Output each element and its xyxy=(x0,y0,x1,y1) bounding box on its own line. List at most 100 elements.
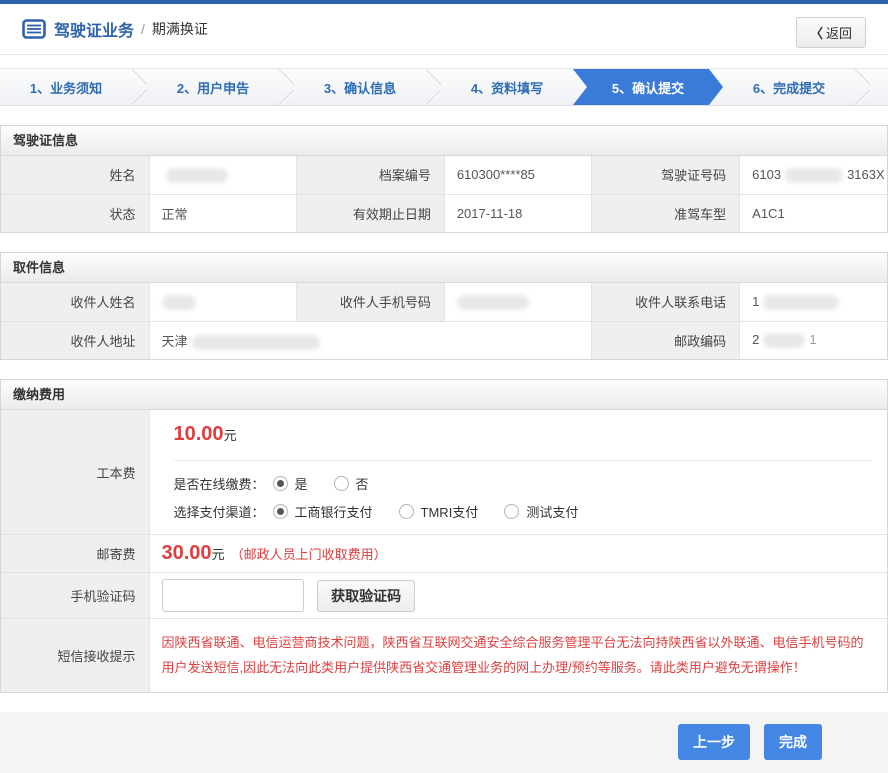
expiry-value: 2017-11-18 xyxy=(444,194,591,232)
license-section-title: 驾驶证信息 xyxy=(1,126,887,156)
postage-unit: 元 xyxy=(212,547,225,562)
license-no-label: 驾驶证号码 xyxy=(592,156,740,194)
step-6-finish[interactable]: 6、完成提交 xyxy=(723,69,855,105)
radio-online-no[interactable]: 否 xyxy=(334,474,369,493)
recipient-phone-label: 收件人联系电话 xyxy=(592,283,740,321)
table-row: 收件人地址 天津 邮政编码 21 xyxy=(1,321,887,359)
postage-amount: 30.00 xyxy=(162,542,212,564)
table-row: 姓名 档案编号 610300****85 驾驶证号码 61033163X xyxy=(1,156,887,194)
footer-action-bar: 上一步 完成 xyxy=(0,712,888,773)
license-info-section: 驾驶证信息 姓名 档案编号 610300****85 驾驶证号码 6103316… xyxy=(0,125,888,233)
radio-channel-icbc[interactable]: 工商银行支付 xyxy=(273,502,373,521)
license-info-table: 姓名 档案编号 610300****85 驾驶证号码 61033163X 状态 … xyxy=(1,156,887,232)
vehicle-class-value: A1C1 xyxy=(740,194,887,232)
radio-circle-icon xyxy=(273,504,288,519)
step-3-confirm-info[interactable]: 3、确认信息 xyxy=(294,69,426,105)
radio-channel-tmri-label: TMRI支付 xyxy=(421,502,479,521)
status-value: 正常 xyxy=(149,194,296,232)
pickup-section-title: 取件信息 xyxy=(1,253,887,283)
pay-channel-row: 选择支付渠道： 工商银行支付 TMRI支付 测试支付 xyxy=(174,502,873,521)
fees-section: 缴纳费用 工本费 10.00元 是否在线缴费： 是 否 选择支付渠道： 工商银行… xyxy=(0,379,888,693)
fees-section-title: 缴纳费用 xyxy=(1,380,887,410)
chevron-left-icon: 〈 xyxy=(810,26,823,41)
name-label: 姓名 xyxy=(1,156,149,194)
pay-channel-question: 选择支付渠道： xyxy=(174,502,265,521)
step-separator xyxy=(132,69,147,105)
sms-tip-text: 因陕西省联通、电信运营商技术问题，陕西省互联网交通安全综合服务管理平台无法向持陕… xyxy=(162,630,873,681)
radio-online-yes[interactable]: 是 xyxy=(273,474,308,493)
breadcrumb-divider: / xyxy=(141,21,145,37)
radio-circle-icon xyxy=(504,504,519,519)
radio-channel-test[interactable]: 测试支付 xyxy=(504,502,578,521)
name-value xyxy=(149,156,296,194)
step-bar-filler xyxy=(870,69,888,105)
vehicle-class-label: 准驾车型 xyxy=(592,194,740,232)
step-separator xyxy=(855,69,870,105)
status-label: 状态 xyxy=(1,194,149,232)
card-fee-unit: 元 xyxy=(224,428,237,443)
sms-code-cell: 获取验证码 xyxy=(149,573,887,619)
redacted-recipient-address xyxy=(192,335,320,350)
radio-online-no-label: 否 xyxy=(356,474,369,493)
online-pay-row: 是否在线缴费： 是 否 xyxy=(174,474,873,493)
sms-tip-cell: 因陕西省联通、电信运营商技术问题，陕西省互联网交通安全综合服务管理平台无法向持陕… xyxy=(149,619,887,692)
postcode-label: 邮政编码 xyxy=(592,321,740,359)
redacted-license-no xyxy=(785,168,843,183)
table-row: 工本费 10.00元 是否在线缴费： 是 否 选择支付渠道： 工商银行支付 TM… xyxy=(1,410,887,535)
table-row: 收件人姓名 收件人手机号码 收件人联系电话 1 xyxy=(1,283,887,321)
recipient-phone-value: 1 xyxy=(740,283,887,321)
redacted-postcode xyxy=(763,333,805,348)
sms-code-input[interactable] xyxy=(162,579,304,612)
recipient-address-value: 天津 xyxy=(149,321,592,359)
step-separator xyxy=(426,69,441,105)
license-no-value: 61033163X xyxy=(740,156,887,194)
previous-step-button[interactable]: 上一步 xyxy=(678,724,750,760)
radio-circle-icon xyxy=(273,476,288,491)
breadcrumb-current: 期满换证 xyxy=(152,19,208,39)
radio-circle-icon xyxy=(399,504,414,519)
sms-tip-label: 短信接收提示 xyxy=(1,619,149,692)
card-fee-cell: 10.00元 是否在线缴费： 是 否 选择支付渠道： 工商银行支付 TMRI支付… xyxy=(149,410,887,535)
postage-label: 邮寄费 xyxy=(1,535,149,573)
postage-cell: 30.00元（邮政人员上门收取费用） xyxy=(149,535,887,573)
radio-online-yes-label: 是 xyxy=(295,474,308,493)
table-row: 短信接收提示 因陕西省联通、电信运营商技术问题，陕西省互联网交通安全综合服务管理… xyxy=(1,619,887,692)
table-row: 状态 正常 有效期止日期 2017-11-18 准驾车型 A1C1 xyxy=(1,194,887,232)
radio-channel-tmri[interactable]: TMRI支付 xyxy=(399,502,479,521)
radio-circle-icon xyxy=(334,476,349,491)
file-no-label: 档案编号 xyxy=(296,156,444,194)
pickup-info-section: 取件信息 收件人姓名 收件人手机号码 收件人联系电话 1 收件人地址 天津 邮政… xyxy=(0,252,888,360)
online-pay-question: 是否在线缴费： xyxy=(174,474,265,493)
table-row: 手机验证码 获取验证码 xyxy=(1,573,887,619)
table-row: 邮寄费 30.00元（邮政人员上门收取费用） xyxy=(1,535,887,573)
expiry-label: 有效期止日期 xyxy=(296,194,444,232)
step-wizard: 1、业务须知 2、用户申告 3、确认信息 4、资料填写 5、确认提交 6、完成提… xyxy=(0,68,888,106)
back-button[interactable]: 〈返回 xyxy=(796,17,866,48)
step-5-confirm-submit-active[interactable]: 5、确认提交 xyxy=(573,69,723,105)
step-1-notice[interactable]: 1、业务须知 xyxy=(0,69,132,105)
pickup-info-table: 收件人姓名 收件人手机号码 收件人联系电话 1 收件人地址 天津 邮政编码 21 xyxy=(1,283,887,359)
step-4-fill-data[interactable]: 4、资料填写 xyxy=(441,69,573,105)
page-title: 驾驶证业务 xyxy=(54,17,134,41)
step-2-declaration[interactable]: 2、用户申告 xyxy=(147,69,279,105)
redacted-recipient-mobile xyxy=(457,295,529,310)
page-header: 驾驶证业务 / 期满换证 〈返回 xyxy=(0,4,888,55)
radio-channel-icbc-label: 工商银行支付 xyxy=(295,502,373,521)
card-list-icon xyxy=(22,19,46,39)
file-no-value: 610300****85 xyxy=(444,156,591,194)
postcode-value: 21 xyxy=(740,321,887,359)
recipient-address-label: 收件人地址 xyxy=(1,321,149,359)
back-button-label: 返回 xyxy=(826,26,852,41)
card-fee-amount: 10.00 xyxy=(174,423,224,445)
recipient-mobile-value xyxy=(444,283,591,321)
get-code-button[interactable]: 获取验证码 xyxy=(317,580,415,612)
finish-button[interactable]: 完成 xyxy=(764,724,822,760)
card-fee-label: 工本费 xyxy=(1,410,149,535)
redacted-recipient-name xyxy=(162,295,196,310)
recipient-mobile-label: 收件人手机号码 xyxy=(296,283,444,321)
fees-table: 工本费 10.00元 是否在线缴费： 是 否 选择支付渠道： 工商银行支付 TM… xyxy=(1,410,887,692)
redacted-name xyxy=(166,168,228,183)
step-separator xyxy=(279,69,294,105)
redacted-recipient-phone xyxy=(763,295,839,310)
radio-channel-test-label: 测试支付 xyxy=(526,502,578,521)
